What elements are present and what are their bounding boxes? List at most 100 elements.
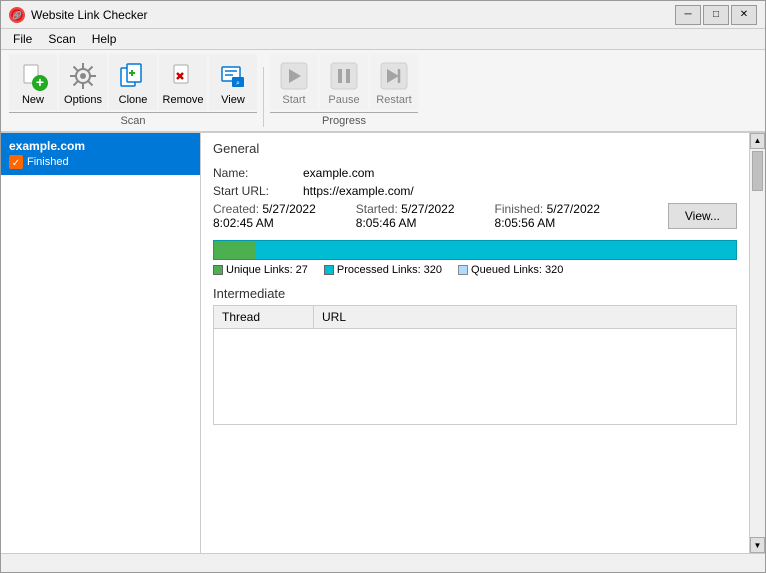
processed-links-label: Processed Links: <box>337 264 421 276</box>
queued-links-legend: Queued Links: 320 <box>458 264 563 276</box>
finished-time: 8:05:56 AM <box>495 216 556 230</box>
view-results-button[interactable]: View... <box>668 203 737 229</box>
toolbar-progress-buttons: Start Pause <box>270 54 418 110</box>
thread-column-header: Thread <box>214 306 314 328</box>
sidebar-item-name: example.com <box>9 139 192 153</box>
maximize-button[interactable]: □ <box>703 5 729 25</box>
toolbar-progress-group: Start Pause <box>270 54 418 127</box>
general-section-title: General <box>213 141 737 158</box>
created-time: 8:02:45 AM <box>213 216 274 230</box>
status-bar <box>1 553 765 572</box>
options-label: Options <box>64 94 102 106</box>
restart-label: Restart <box>376 94 411 106</box>
scan-group-label: Scan <box>9 112 257 127</box>
processed-links-value: 320 <box>424 264 442 276</box>
url-column-header: URL <box>314 306 736 328</box>
finished-date: 5/27/2022 <box>547 202 600 216</box>
menu-bar: File Scan Help <box>1 29 765 50</box>
toolbar: + New <box>1 50 765 133</box>
thread-table-header: Thread URL <box>214 306 736 329</box>
unique-links-legend: Unique Links: 27 <box>213 264 308 276</box>
finished-block: Finished: 5/27/2022 8:05:56 AM <box>495 202 600 230</box>
unique-links-box <box>213 265 223 275</box>
started-date: 5/27/2022 <box>401 202 454 216</box>
toolbar-scan-group: + New <box>9 54 257 127</box>
toolbar-scan-buttons: + New <box>9 54 257 110</box>
pause-icon <box>328 60 360 92</box>
options-button[interactable]: Options <box>59 54 107 110</box>
title-bar: 🔗 Website Link Checker ─ □ ✕ <box>1 1 765 29</box>
start-label: Start <box>282 94 305 106</box>
thread-table-container: Thread URL <box>213 305 737 425</box>
pause-label: Pause <box>328 94 359 106</box>
new-button[interactable]: + New <box>9 54 57 110</box>
progress-area: Unique Links: 27 Processed Links: 320 Qu… <box>213 240 737 276</box>
svg-text:🔗: 🔗 <box>12 10 22 20</box>
sidebar: example.com ✓ Finished <box>1 133 201 553</box>
start-button[interactable]: Start <box>270 54 318 110</box>
scroll-up-button[interactable]: ▲ <box>750 133 765 149</box>
remove-icon <box>167 60 199 92</box>
progress-bar-fill <box>214 241 256 259</box>
view-icon: ⌕ <box>217 60 249 92</box>
progress-labels: Unique Links: 27 Processed Links: 320 Qu… <box>213 264 737 276</box>
menu-help[interactable]: Help <box>84 30 125 48</box>
unique-links-label: Unique Links: <box>226 264 293 276</box>
minimize-button[interactable]: ─ <box>675 5 701 25</box>
processed-links-legend: Processed Links: 320 <box>324 264 442 276</box>
name-label: Name: <box>213 166 303 180</box>
clone-button[interactable]: Clone <box>109 54 157 110</box>
dates-section: Created: 5/27/2022 8:02:45 AM Started: 5… <box>213 202 600 230</box>
sidebar-item-status: ✓ Finished <box>9 155 192 169</box>
scrollbar: ▲ ▼ <box>749 133 765 553</box>
sidebar-status-text: Finished <box>27 156 69 168</box>
restart-icon <box>378 60 410 92</box>
svg-text:✓: ✓ <box>12 158 20 169</box>
view-button[interactable]: ⌕ View <box>209 54 257 110</box>
close-button[interactable]: ✕ <box>731 5 757 25</box>
clone-icon <box>117 60 149 92</box>
options-icon <box>67 60 99 92</box>
dates-view-row: Created: 5/27/2022 8:02:45 AM Started: 5… <box>213 202 737 230</box>
view-label: View <box>221 94 245 106</box>
window-title: Website Link Checker <box>31 8 675 22</box>
sidebar-item[interactable]: example.com ✓ Finished <box>1 133 200 175</box>
pause-button[interactable]: Pause <box>320 54 368 110</box>
progress-group-label: Progress <box>270 112 418 127</box>
name-value: example.com <box>303 166 374 180</box>
processed-links-box <box>324 265 334 275</box>
window-frame: 🔗 Website Link Checker ─ □ ✕ File Scan H… <box>0 0 766 573</box>
created-label: Created: <box>213 202 259 216</box>
queued-links-box <box>458 265 468 275</box>
intermediate-section: Intermediate Thread URL <box>213 286 737 425</box>
started-label: Started: <box>356 202 398 216</box>
remove-label: Remove <box>163 94 204 106</box>
started-time: 8:05:46 AM <box>356 216 417 230</box>
intermediate-title: Intermediate <box>213 286 737 301</box>
main-area: example.com ✓ Finished General Name: exa… <box>1 133 765 553</box>
menu-scan[interactable]: Scan <box>40 30 83 48</box>
remove-button[interactable]: Remove <box>159 54 207 110</box>
menu-file[interactable]: File <box>5 30 40 48</box>
unique-links-value: 27 <box>296 264 308 276</box>
created-date: 5/27/2022 <box>262 202 315 216</box>
restart-button[interactable]: Restart <box>370 54 418 110</box>
start-url-value: https://example.com/ <box>303 184 414 198</box>
new-icon: + <box>17 60 49 92</box>
content-area: General Name: example.com Start URL: htt… <box>201 133 749 553</box>
clone-label: Clone <box>119 94 148 106</box>
toolbar-separator <box>263 67 264 127</box>
window-controls: ─ □ ✕ <box>675 5 757 25</box>
scroll-track <box>750 149 765 537</box>
svg-text:⌕: ⌕ <box>236 80 240 87</box>
finished-icon: ✓ <box>9 155 23 169</box>
queued-links-value: 320 <box>545 264 563 276</box>
start-url-label: Start URL: <box>213 184 303 198</box>
scroll-thumb[interactable] <box>752 151 763 191</box>
scroll-down-button[interactable]: ▼ <box>750 537 765 553</box>
svg-text:+: + <box>36 74 44 90</box>
start-url-row: Start URL: https://example.com/ <box>213 184 737 198</box>
name-row: Name: example.com <box>213 166 737 180</box>
new-label: New <box>22 94 44 106</box>
created-block: Created: 5/27/2022 8:02:45 AM <box>213 202 316 230</box>
